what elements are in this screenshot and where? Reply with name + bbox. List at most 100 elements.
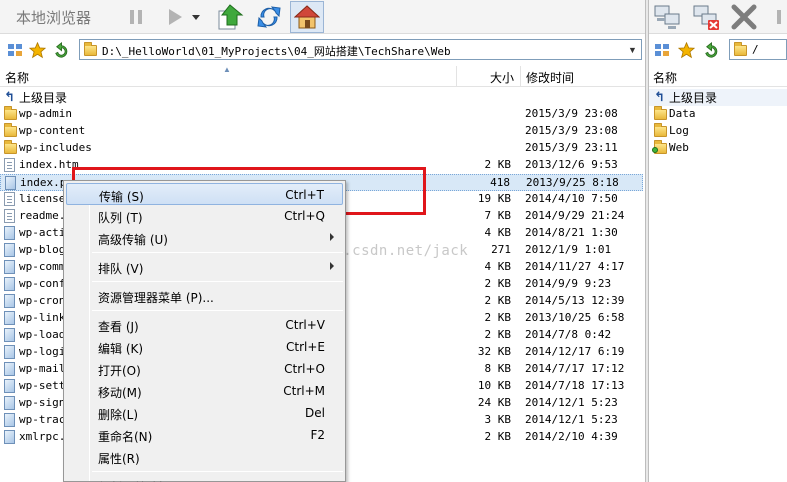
file-name: index.htm [19,158,79,171]
up-folder-icon[interactable] [52,41,70,59]
menu-item-label: 传输 (S) [99,190,144,204]
refresh-icon[interactable] [254,2,284,32]
column-size[interactable]: 大小 [490,69,514,86]
menu-item-shortcut: Del [305,406,325,420]
php-file-icon [4,379,15,393]
pause-icon[interactable] [771,2,787,32]
dropdown-arrow-icon[interactable] [189,2,203,32]
file-modified: 2014/2/10 4:39 [525,430,618,443]
disconnect-icon[interactable] [691,2,721,32]
favorites-star-icon[interactable] [677,41,695,59]
file-name: 上级目录 [19,91,68,105]
column-name[interactable]: 名称 [5,69,29,86]
folder-row[interactable]: Data [649,106,787,123]
folder-icon [734,42,747,56]
file-name: index.p [20,176,67,189]
download-icon[interactable] [215,2,245,32]
file-modified: 2014/12/17 6:19 [525,345,625,358]
menu-item-label: 打开(O) [98,364,141,378]
site-manager-icon[interactable] [653,41,671,59]
file-row[interactable]: wp-admin 2015/3/9 23:08 [0,106,643,123]
context-menu-item[interactable]: 资源管理器菜单 (P)... [66,285,343,307]
local-address-text: D:\_HelloWorld\01_MyProjects\04_网站搭建\Tec… [102,45,451,58]
file-row[interactable]: wp-content 2015/3/9 23:08 [0,123,643,140]
submenu-arrow-icon [330,262,334,270]
file-modified: 2015/3/9 23:11 [525,141,618,154]
local-address-input[interactable]: D:\_HelloWorld\01_MyProjects\04_网站搭建\Tec… [79,39,642,60]
file-size: 19 KB [477,192,511,205]
address-dropdown-icon[interactable]: ▼ [625,41,640,58]
context-menu-item[interactable]: 重命名(N) F2 [66,424,343,446]
file-name: wp-link [19,311,66,324]
context-menu-item[interactable]: 打开(O) Ctrl+O [66,358,343,380]
file-name: license [19,192,66,205]
folder-row[interactable]: Web [649,140,787,157]
file-modified: 2014/12/1 5:23 [525,413,618,426]
context-menu-item[interactable]: 编辑 (K) Ctrl+E [66,336,343,358]
file-size: 32 KB [477,345,511,358]
menu-item-label: 移动(M) [98,386,142,400]
php-file-icon [5,176,16,190]
context-menu-item[interactable]: 传输 (S) Ctrl+T [66,183,343,205]
menu-item-shortcut: F2 [310,428,325,442]
file-name: wp-trac [19,413,66,426]
folder-name: 上级目录 [669,91,718,105]
file-size: 2 KB [484,311,512,324]
parent-directory-row[interactable]: ↰ 上级目录 [649,89,787,106]
file-name: wp-sett [19,379,66,392]
file-name: wp-logi [19,345,66,358]
file-modified: 2014/7/18 17:13 [525,379,625,392]
file-modified: 2012/1/9 1:01 [525,243,612,256]
file-size: 3 KB [484,413,512,426]
file-modified: 2013/10/25 6:58 [525,311,625,324]
file-size: 4 KB [484,260,512,273]
up-arrow-icon: ↰ [4,89,15,104]
context-menu-item[interactable]: 属性(R) [66,446,343,468]
remote-address-bar: / [649,37,787,63]
file-modified: 2014/7/17 17:12 [525,362,625,375]
menu-item-label: 编辑 (K) [98,342,144,356]
file-name: wp-conf [19,277,66,290]
pane-title: 本地浏览器 [16,9,92,27]
play-icon[interactable] [160,2,190,32]
file-size: 2 KB [484,294,512,307]
file-size: 2 KB [484,430,512,443]
computers-icon[interactable] [652,2,682,32]
up-folder-icon[interactable] [702,41,720,59]
context-menu-item[interactable]: 复制到剪贴板 (C) [66,475,343,482]
context-menu-item[interactable]: 队列 (T) Ctrl+Q [66,205,343,227]
remote-address-text: / [752,43,759,56]
column-modified[interactable]: 修改时间 [526,69,574,86]
menu-separator [92,252,343,253]
remote-address-input[interactable]: / [729,39,787,60]
context-menu: 传输 (S) Ctrl+T 队列 (T) Ctrl+Q 高级传输 (U) 排队 (V) 资源… [63,180,346,482]
file-name: readme. [19,209,66,222]
context-menu-item[interactable]: 排队 (V) [66,256,343,278]
menu-item-label: 资源管理器菜单 (P)... [98,291,214,305]
file-size: 24 KB [477,396,511,409]
folder-row[interactable]: Log [649,123,787,140]
home-icon[interactable] [290,1,324,33]
file-size: 2 KB [484,158,512,171]
php-file-icon [4,311,15,325]
file-name: wp-load [19,328,66,341]
site-manager-icon[interactable] [6,41,24,59]
php-file-icon [4,226,15,240]
close-icon[interactable] [729,2,759,32]
context-menu-item[interactable]: 移动(M) Ctrl+M [66,380,343,402]
file-name: wp-cron [19,294,66,307]
favorites-star-icon[interactable] [28,41,46,59]
context-menu-item[interactable]: 删除(L) Del [66,402,343,424]
php-file-icon [4,396,15,410]
context-menu-item[interactable]: 高级传输 (U) [66,227,343,249]
pause-icon[interactable] [121,2,151,32]
file-size: 8 KB [484,362,512,375]
column-name[interactable]: 名称 [653,69,677,86]
file-icon [4,158,15,172]
file-modified: 2013/12/6 9:53 [525,158,618,171]
file-row[interactable]: wp-includes 2015/3/9 23:11 [0,140,643,157]
parent-directory-row[interactable]: ↰ 上级目录 [0,89,643,106]
context-menu-item[interactable]: 查看 (J) Ctrl+V [66,314,343,336]
file-icon [4,192,15,206]
php-file-icon [4,345,15,359]
